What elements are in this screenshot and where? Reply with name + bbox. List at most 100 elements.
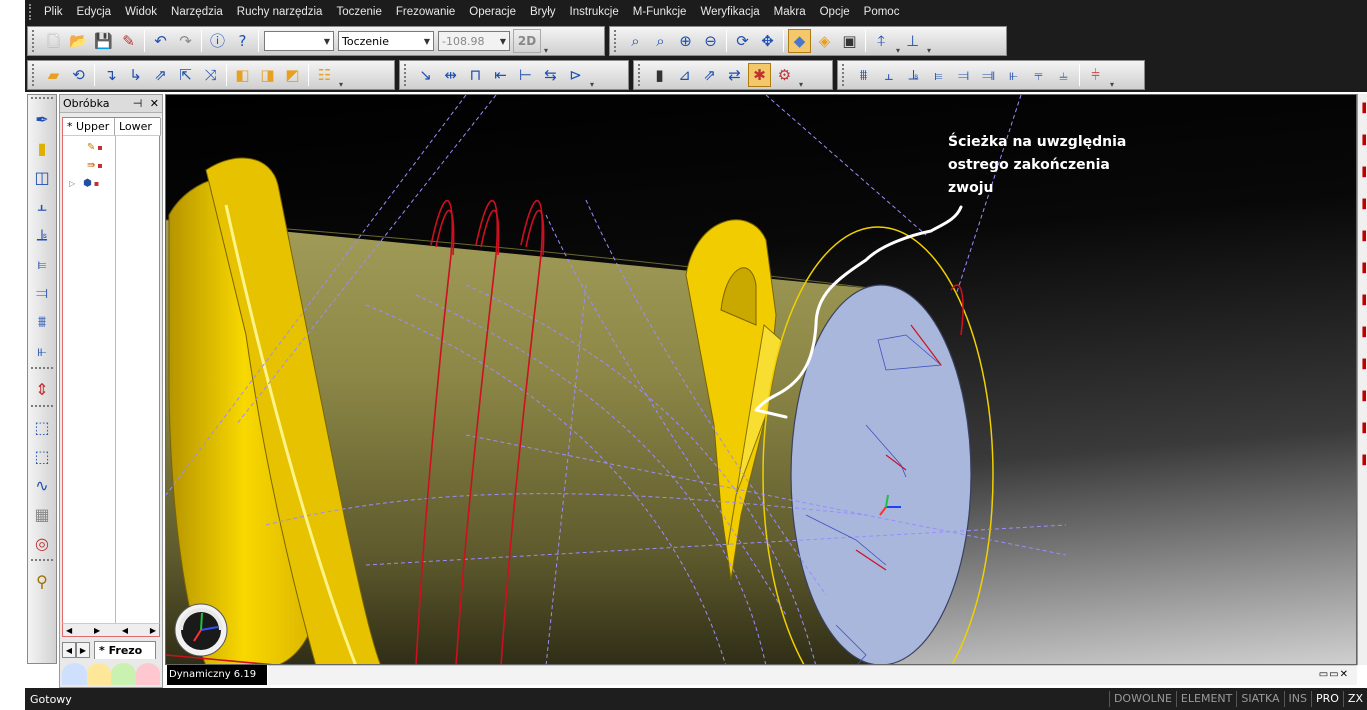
left-tool-10-button[interactable]: ⇕ — [29, 376, 55, 402]
right-tool-icon[interactable]: ▐ — [1358, 456, 1367, 478]
mill-5axis-button[interactable]: ⚙ — [773, 63, 796, 87]
right-tool-icon[interactable]: ▐ — [1358, 232, 1367, 254]
mill-swap-button[interactable]: ⇄ — [723, 63, 746, 87]
right-tool-icon[interactable]: ▐ — [1358, 424, 1367, 446]
right-tool-icon[interactable]: ▐ — [1358, 136, 1367, 158]
transform-button[interactable]: ⤨ — [199, 63, 222, 87]
surface-op-4-button[interactable]: ⫢ — [927, 63, 950, 87]
toolbar-overflow-icon[interactable]: ▾ — [339, 80, 343, 89]
menu-frezowanie[interactable]: Frezowanie — [389, 0, 462, 24]
toolbar-grip[interactable] — [614, 30, 620, 52]
menu-edycja[interactable]: Edycja — [70, 0, 119, 24]
pan-view-button[interactable]: ✥ — [756, 29, 779, 53]
left-tool-2-button[interactable]: ▮ — [29, 135, 55, 161]
expand-chevron-icon[interactable]: ▷ — [69, 179, 75, 188]
left-tool-9-button[interactable]: ⫦ — [29, 338, 55, 364]
menu-widok[interactable]: Widok — [118, 0, 164, 24]
redo-button[interactable]: ↷ — [174, 29, 197, 53]
info-button[interactable]: ⓘ — [206, 29, 229, 53]
right-tool-icon[interactable]: ▐ — [1358, 104, 1367, 126]
toolbar-grip[interactable] — [842, 64, 848, 86]
column-upper[interactable]: * Upper — [63, 118, 115, 136]
render-view-button[interactable]: ▣ — [838, 29, 861, 53]
undo-button[interactable]: ↶ — [149, 29, 172, 53]
panel-horizontal-scrollbar[interactable]: ◀ ▶ ◀ ▶ — [62, 623, 160, 637]
left-tool-8-button[interactable]: ⩩ — [29, 309, 55, 335]
help-button[interactable]: ? — [231, 29, 254, 53]
menu-narzedzia[interactable]: Narzędzia — [164, 0, 230, 24]
tree-item-tool[interactable]: ✎ ▪ — [87, 142, 103, 153]
menu-opcje[interactable]: Opcje — [813, 0, 857, 24]
tree-item-group[interactable]: ▷ ⬢ ▪ — [69, 178, 99, 189]
tab-scroll-right-button[interactable]: ▶ — [76, 642, 90, 658]
mode-dowolne[interactable]: DOWOLNE — [1108, 691, 1176, 707]
toolbar-overflow-icon[interactable]: ▾ — [927, 46, 931, 55]
tool-holder-button[interactable]: ◧ — [231, 63, 254, 87]
left-tool-15-button[interactable]: ◎ — [29, 530, 55, 556]
chevron-down-icon[interactable]: ▾ — [896, 46, 900, 55]
toolbar-overflow-icon[interactable]: ▾ — [544, 46, 548, 55]
fixture-button[interactable]: ⟲ — [67, 63, 90, 87]
tab-scroll-left-button[interactable]: ◀ — [62, 642, 76, 658]
left-tool-14-button[interactable]: ▦ — [29, 501, 55, 527]
3d-viewport[interactable]: Ścieżka na uwzględnia ostrego zakończeni… — [165, 94, 1357, 665]
surface-op-5-button[interactable]: ⫤ — [952, 63, 975, 87]
zoom-in-button[interactable]: ⊕ — [674, 29, 697, 53]
mill-contour-button[interactable]: ⊿ — [673, 63, 696, 87]
toolbar-overflow-icon[interactable]: ▾ — [590, 80, 594, 89]
menu-pomoc[interactable]: Pomoc — [857, 0, 907, 24]
erase-button[interactable]: ✎ — [117, 29, 140, 53]
right-tool-icon[interactable]: ▐ — [1358, 200, 1367, 222]
solid-view-button[interactable]: ◆ — [788, 29, 811, 53]
menu-operacje[interactable]: Operacje — [462, 0, 523, 24]
toolbar-grip[interactable] — [404, 64, 410, 86]
menu-toczenie[interactable]: Toczenie — [329, 0, 388, 24]
move-home-button[interactable]: ⇱ — [174, 63, 197, 87]
mode-siatka[interactable]: SIATKA — [1236, 691, 1283, 707]
surface-op-7-button[interactable]: ⫦ — [1002, 63, 1025, 87]
left-tool-16-button[interactable]: ⚲ — [29, 568, 55, 594]
viewport-horizontal-bar[interactable]: ▭▭✕ — [268, 665, 1357, 685]
right-tool-icon[interactable]: ▐ — [1358, 264, 1367, 286]
left-tool-11-button[interactable]: ⬚ — [29, 414, 55, 440]
mill-slope-button[interactable]: ⇗ — [698, 63, 721, 87]
mill-tool-button[interactable]: ▮ — [648, 63, 671, 87]
surface-op-3-button[interactable]: ⫡ — [902, 63, 925, 87]
pin-icon[interactable]: ⊣ — [133, 97, 143, 110]
toolbar-overflow-icon[interactable]: ▾ — [799, 80, 803, 89]
surface-op-6-button[interactable]: ⫥ — [977, 63, 1000, 87]
right-tool-icon[interactable]: ▐ — [1358, 392, 1367, 414]
tree-item-operation[interactable]: ⇛ ▪ — [87, 160, 103, 171]
mode-zx[interactable]: ZX — [1342, 691, 1367, 707]
surface-op-9-button[interactable]: ⫨ — [1052, 63, 1075, 87]
menu-weryfikacja[interactable]: Weryfikacja — [693, 0, 766, 24]
mode-element[interactable]: ELEMENT — [1175, 691, 1236, 707]
surface-op-2-button[interactable]: ⫠ — [877, 63, 900, 87]
close-icon[interactable]: ✕ — [150, 97, 159, 110]
menu-instrukcje[interactable]: Instrukcje — [563, 0, 626, 24]
toolbar-grip[interactable] — [31, 97, 53, 103]
drill-button[interactable]: ⊢ — [514, 63, 537, 87]
left-tool-7-button[interactable]: ⫤ — [29, 280, 55, 306]
zoom-extents-button[interactable]: ⌕ — [649, 29, 672, 53]
zoom-window-button[interactable]: ⌕ — [624, 29, 647, 53]
menu-plik[interactable]: Plik — [37, 0, 70, 24]
open-file-button[interactable]: 📂 — [67, 29, 90, 53]
window-controls-icon[interactable]: ▭▭✕ — [1319, 669, 1349, 680]
right-tool-icon[interactable]: ▐ — [1358, 360, 1367, 382]
mode-ins[interactable]: INS — [1283, 691, 1311, 707]
scroll-left-icon[interactable]: ◀ — [66, 626, 72, 635]
scroll-right-icon[interactable]: ▶ — [94, 626, 100, 635]
bore-button[interactable]: ⇆ — [539, 63, 562, 87]
stock-button[interactable]: ▰ — [42, 63, 65, 87]
shaded-view-button[interactable]: ◈ — [813, 29, 836, 53]
thread-button[interactable]: ⇤ — [489, 63, 512, 87]
left-tool-13-button[interactable]: ∿ — [29, 472, 55, 498]
mill-4axis-button[interactable]: ✱ — [748, 63, 771, 87]
left-tool-1-button[interactable]: ✒ — [29, 106, 55, 132]
menu-grip[interactable] — [29, 4, 37, 20]
cutoff-button[interactable]: ⊳ — [564, 63, 587, 87]
tab-frezowanie[interactable]: * Frezo — [94, 641, 156, 659]
scroll-right-icon[interactable]: ▶ — [150, 626, 156, 635]
menu-makra[interactable]: Makra — [767, 0, 813, 24]
